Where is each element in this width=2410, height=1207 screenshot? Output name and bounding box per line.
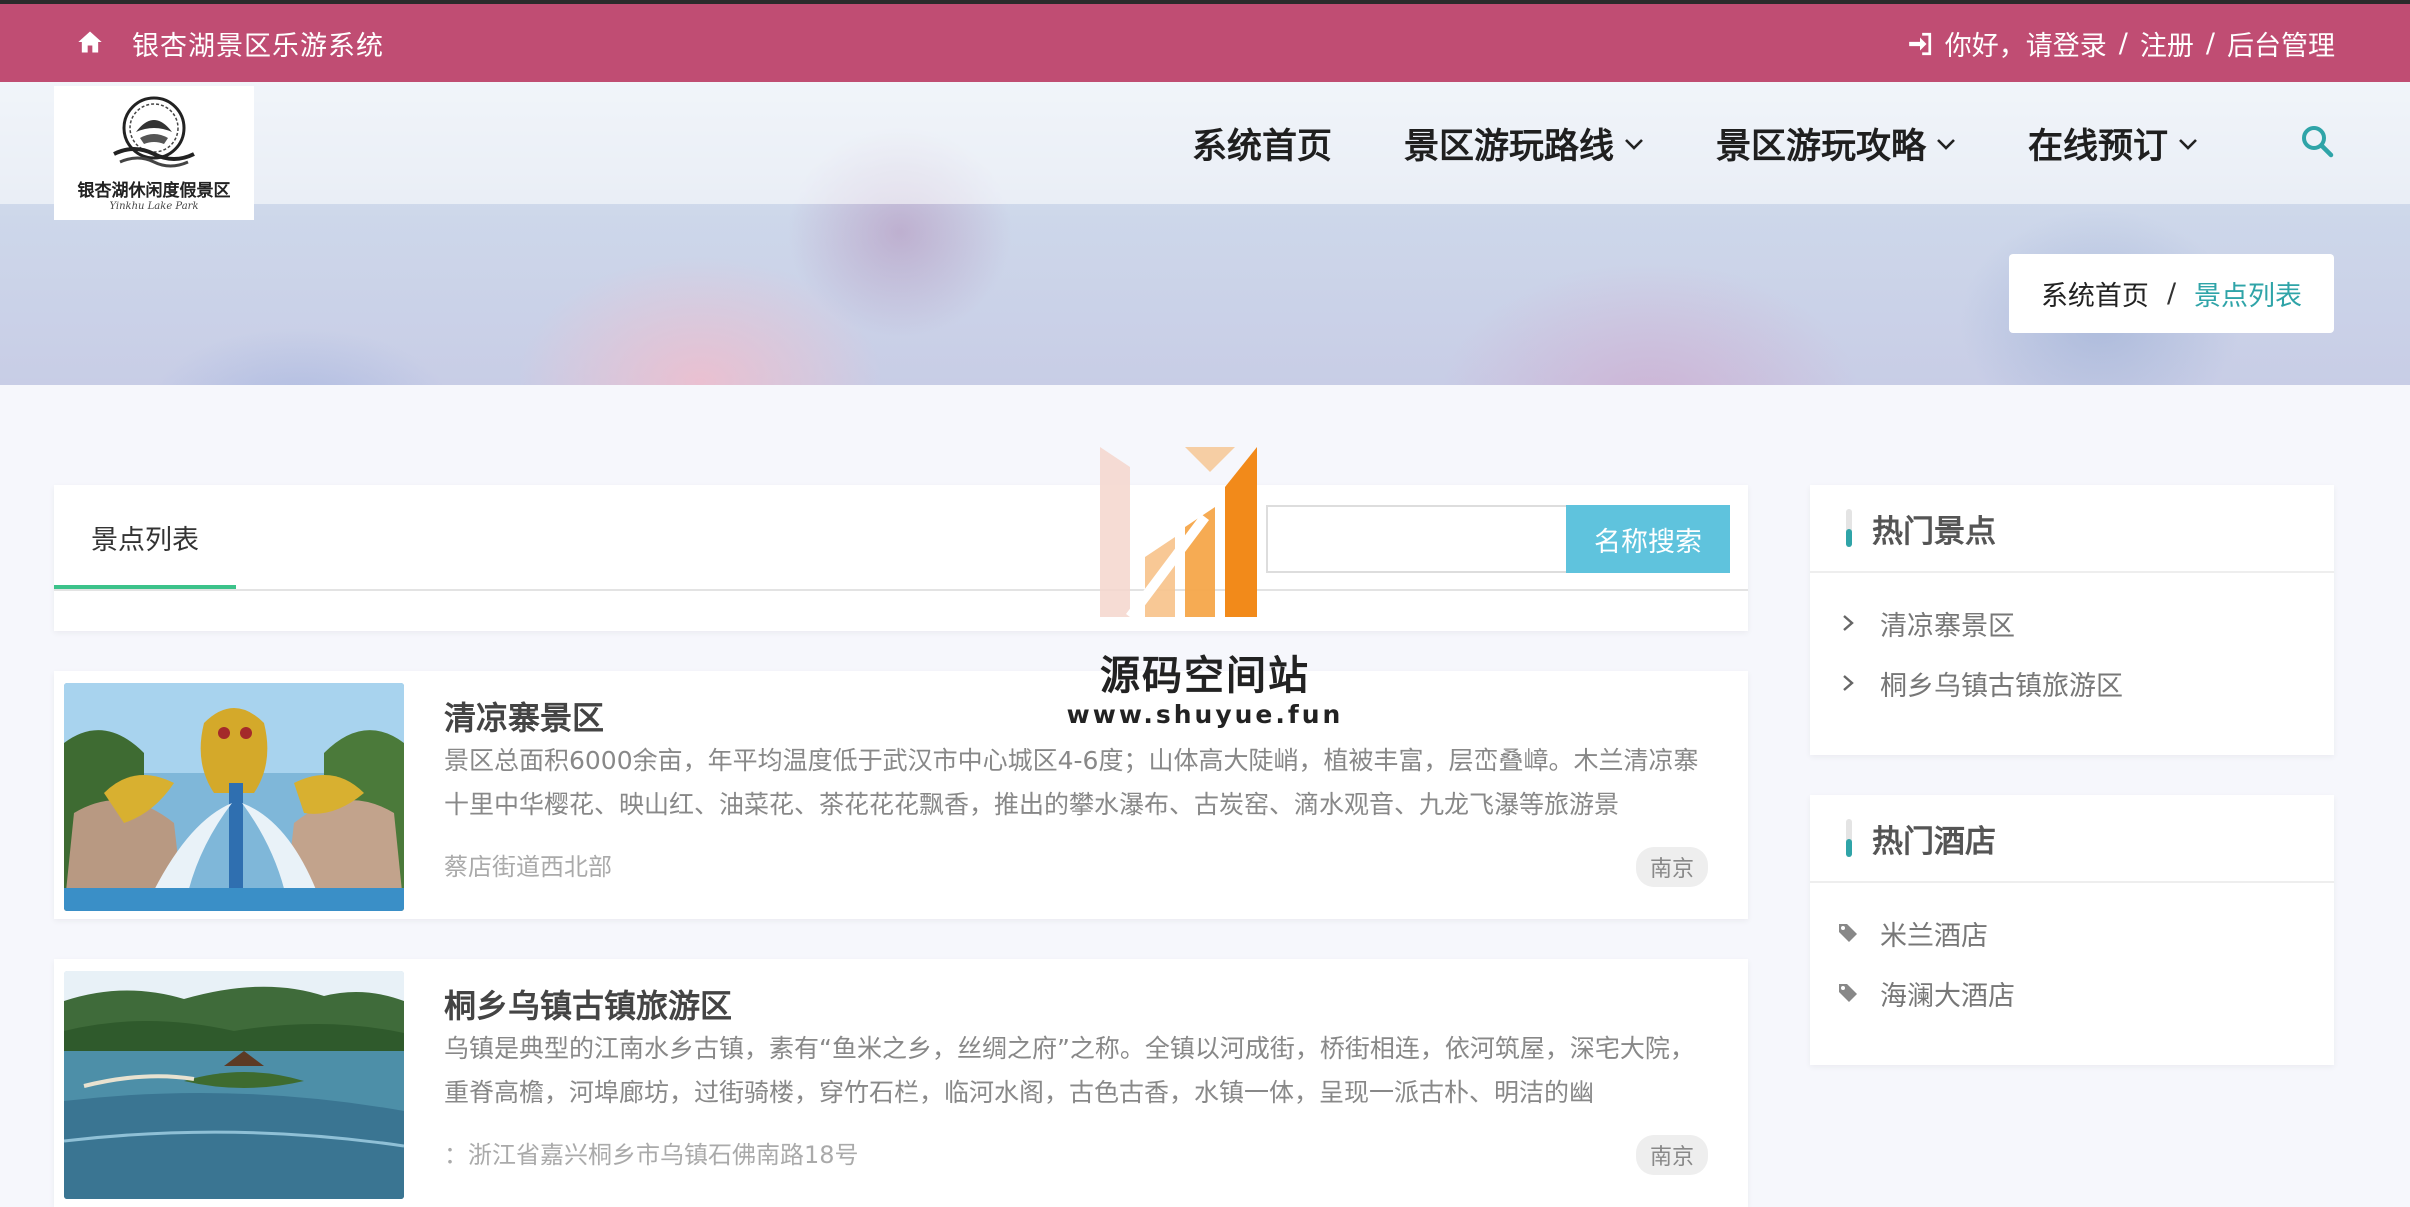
tag-icon — [1839, 924, 1857, 942]
nav-label: 在线预订 — [2028, 127, 2169, 167]
attraction-title[interactable]: 清凉寨景区 — [444, 693, 604, 739]
city-badge: 南京 — [1635, 1135, 1708, 1175]
sidebar-item[interactable]: 海澜大酒店 — [1810, 963, 2334, 1023]
tag-icon — [1839, 984, 1857, 1002]
home-icon[interactable] — [76, 28, 104, 56]
sidebar-item[interactable]: 米兰酒店 — [1810, 903, 2334, 963]
sidebar-item[interactable]: 桐乡乌镇古镇旅游区 — [1810, 653, 2334, 713]
login-icon — [1908, 32, 1931, 55]
admin-link[interactable]: 后台管理 — [2227, 24, 2335, 63]
attraction-description: 乌镇是典型的江南水乡古镇，素有“鱼米之乡，丝绸之府”之称。全镇以河成街，桥街相连… — [444, 1034, 1695, 1107]
main-nav: 系统首页 景区游玩路线 景区游玩攻略 在线预订 — [1192, 118, 2198, 169]
list-item[interactable]: 清凉寨景区 景区总面积6000余亩，年平均温度低于武汉市中心城区4-6度；山体高… — [54, 671, 1748, 919]
breadcrumb-home[interactable]: 系统首页 — [2041, 274, 2149, 313]
nav-label: 系统首页 — [1192, 127, 1333, 167]
chevron-down-icon — [1625, 138, 1643, 150]
chevron-right-icon — [1843, 615, 1854, 631]
hot-hotels-panel: 热门酒店 米兰酒店 海澜大酒店 — [1810, 795, 2334, 1065]
separator: / — [2205, 28, 2215, 59]
watermark-url: www.shuyue.fun — [1066, 700, 1344, 729]
breadcrumb-separator: / — [2166, 278, 2177, 309]
sidebar-item-label: 清凉寨景区 — [1880, 610, 2015, 642]
hot-spots-panel: 热门景点 清凉寨景区 桐乡乌镇古镇旅游区 — [1810, 485, 2334, 755]
chevron-down-icon — [1937, 138, 1955, 150]
user-links: 你好，请登录 / 注册 / 后台管理 — [1907, 24, 2335, 63]
sidebar-item-label: 米兰酒店 — [1880, 920, 1988, 952]
attraction-image[interactable] — [64, 683, 404, 911]
logo-emblem-icon — [113, 96, 195, 168]
nav-item-guides[interactable]: 景区游玩攻略 — [1716, 118, 1956, 169]
attraction-address: 蔡店街道西北部 — [444, 853, 612, 881]
breadcrumb: 系统首页 / 景点列表 — [2009, 254, 2334, 333]
thermometer-icon — [1846, 819, 1852, 857]
thermometer-icon — [1846, 509, 1852, 547]
divider — [54, 589, 1748, 591]
panel-header: 热门景点 — [1810, 485, 2334, 573]
nav-label: 景区游玩攻略 — [1716, 127, 1927, 167]
attraction-address: ：浙江省嘉兴桐乡市乌镇石佛南路18号 — [444, 1141, 859, 1169]
login-link[interactable]: 你好，请登录 — [1945, 24, 2107, 63]
site-logo[interactable]: 银杏湖休闲度假景区 Yinkhu Lake Park — [54, 86, 254, 220]
attraction-image[interactable] — [64, 971, 404, 1199]
sidebar-item-label: 海澜大酒店 — [1880, 980, 2015, 1012]
panel-title: 热门景点 — [1872, 513, 1996, 550]
watermark-name: 源码空间站 — [1100, 653, 1310, 699]
panel-header: 热门酒店 — [1810, 795, 2334, 883]
sidebar-item-label: 桐乡乌镇古镇旅游区 — [1880, 670, 2123, 702]
logo-title: 银杏湖休闲度假景区 — [77, 181, 231, 201]
chevron-right-icon — [1843, 675, 1854, 691]
nav-label: 景区游玩路线 — [1404, 127, 1615, 167]
separator: / — [2118, 28, 2128, 59]
register-link[interactable]: 注册 — [2140, 24, 2194, 63]
site-name[interactable]: 银杏湖景区乐游系统 — [132, 24, 384, 63]
panel-title: 热门酒店 — [1872, 823, 1996, 860]
name-search-button[interactable]: 名称搜索 — [1566, 505, 1730, 573]
nav-item-routes[interactable]: 景区游玩路线 — [1404, 118, 1644, 169]
sidebar-item[interactable]: 清凉寨景区 — [1810, 593, 2334, 653]
nav-item-home[interactable]: 系统首页 — [1192, 118, 1332, 169]
city-badge: 南京 — [1635, 847, 1708, 887]
top-bar: 银杏湖景区乐游系统 你好，请登录 / 注册 / 后台管理 — [0, 0, 2410, 82]
logo-subtitle: Yinkhu Lake Park — [109, 201, 199, 212]
attraction-title[interactable]: 桐乡乌镇古镇旅游区 — [444, 981, 732, 1027]
search-icon[interactable] — [2300, 124, 2334, 158]
tab-attractions[interactable]: 景点列表 — [54, 485, 236, 589]
nav-item-booking[interactable]: 在线预订 — [2028, 118, 2198, 169]
breadcrumb-current: 景点列表 — [2194, 281, 2303, 312]
list-item[interactable]: 桐乡乌镇古镇旅游区 乌镇是典型的江南水乡古镇，素有“鱼米之乡，丝绸之府”之称。全… — [54, 959, 1748, 1207]
attraction-description: 景区总面积6000余亩，年平均温度低于武汉市中心城区4-6度；山体高大陡峭，植被… — [444, 746, 1699, 819]
chevron-down-icon — [2179, 138, 2197, 150]
